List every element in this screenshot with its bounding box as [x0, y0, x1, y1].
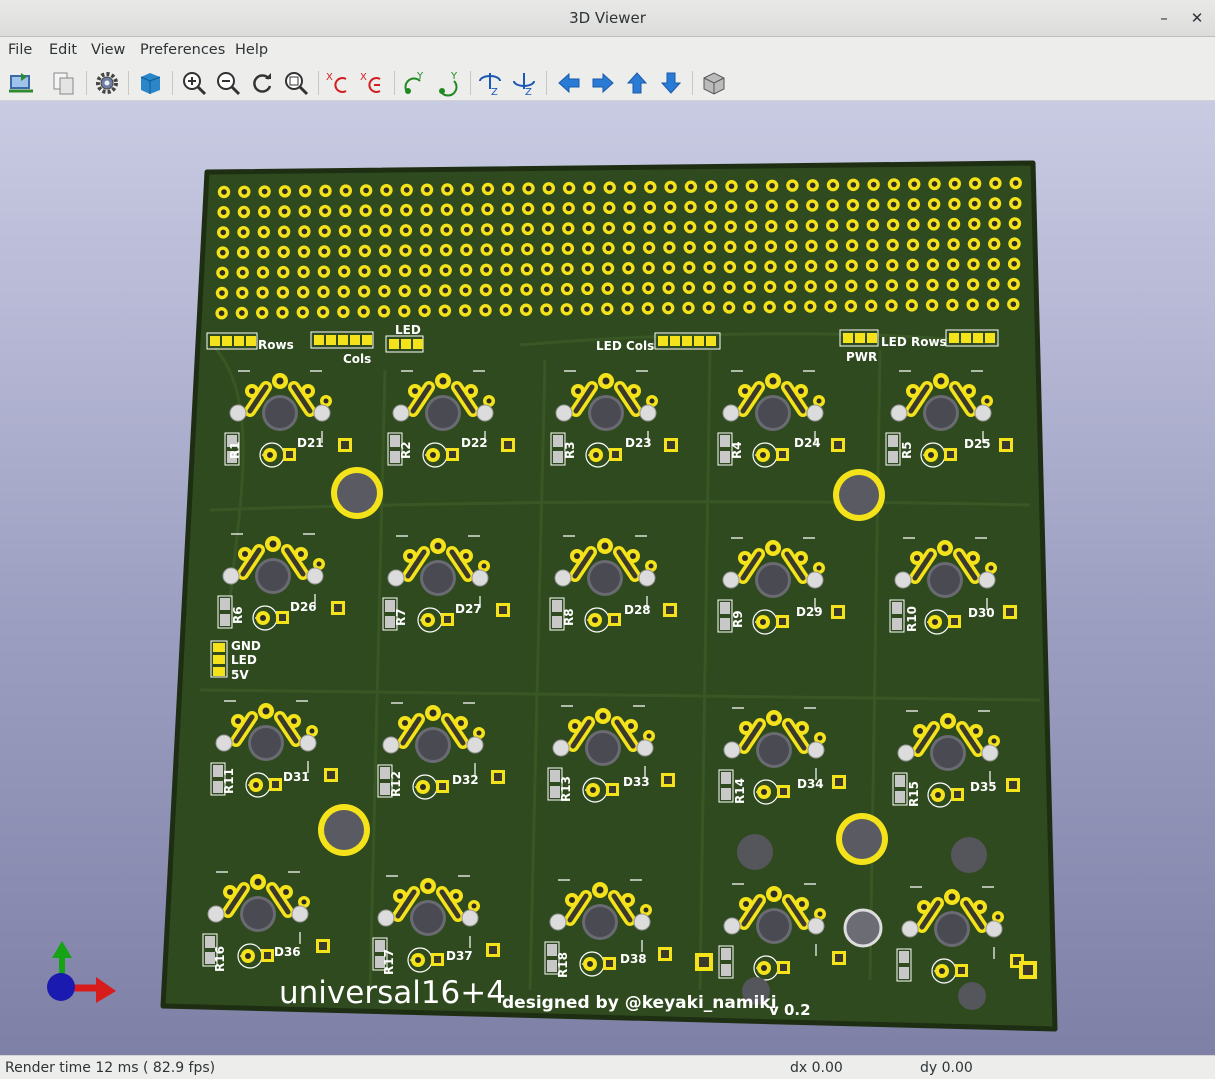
diode-label: D34 — [797, 777, 824, 791]
resistor-label: R15 — [907, 781, 921, 807]
resistor-label: R11 — [222, 768, 236, 794]
diode-label: D31 — [283, 770, 310, 784]
resistor-label: R5 — [900, 441, 914, 459]
title-bar: 3D Viewer – ✕ — [0, 0, 1215, 37]
resistor-label: R18 — [556, 952, 570, 978]
diode-label: D37 — [446, 949, 473, 963]
move-down-icon[interactable] — [657, 69, 685, 97]
diode-label: D33 — [623, 775, 650, 789]
label-5v: 5V — [231, 668, 249, 682]
dy-value: dy 0.00 — [920, 1060, 973, 1076]
menu-preferences[interactable]: Preferences — [140, 42, 225, 58]
rotate-x-cw-icon[interactable]: X — [324, 69, 352, 97]
label-cols: Cols — [343, 352, 371, 366]
diode-label: D23 — [625, 436, 652, 450]
rotate-z-ccw-icon[interactable]: Z — [510, 69, 538, 98]
window-title: 3D Viewer — [569, 9, 646, 27]
zoom-out-icon[interactable] — [214, 69, 242, 97]
diode-label: D38 — [620, 952, 647, 966]
resistor-label: R7 — [394, 608, 408, 626]
move-left-icon[interactable] — [555, 69, 583, 97]
resistor-label: R2 — [399, 441, 413, 459]
diode-label: D25 — [964, 437, 991, 451]
raytracing-icon[interactable] — [136, 69, 164, 97]
diode-label: D26 — [290, 600, 317, 614]
diode-label: D29 — [796, 605, 823, 619]
resistor-label: R14 — [733, 778, 747, 804]
resistor-label: R17 — [382, 949, 396, 975]
toolbar: X X Y Y Z Z — [0, 64, 1215, 101]
menu-view[interactable]: View — [91, 42, 125, 58]
menu-bar: File Edit View Preferences Help — [0, 37, 1215, 64]
diode-label: D30 — [968, 606, 995, 620]
diode-label: D35 — [970, 780, 997, 794]
svg-text:Y: Y — [450, 71, 458, 82]
rotate-y-ccw-icon[interactable]: Y — [434, 69, 462, 97]
board-version: v 0.2 — [769, 1001, 811, 1019]
axis-gizmo-icon — [47, 941, 116, 1003]
move-up-icon[interactable] — [623, 69, 651, 97]
diode-label: D32 — [452, 773, 479, 787]
reload-board-icon[interactable] — [7, 69, 35, 97]
diode-label: D36 — [274, 945, 301, 959]
minimize-button[interactable]: – — [1152, 6, 1176, 30]
label-led: LED — [395, 323, 421, 337]
label-led-cols: LED Cols — [596, 339, 654, 353]
label-gnd: GND — [231, 639, 261, 653]
render-time: Render time 12 ms ( 82.9 fps) — [5, 1060, 216, 1076]
resistor-label: R12 — [389, 771, 403, 797]
zoom-fit-icon[interactable] — [282, 69, 310, 97]
menu-edit[interactable]: Edit — [49, 42, 77, 58]
board-name: universal16+4 — [279, 975, 506, 1011]
svg-text:Z: Z — [491, 87, 498, 97]
svg-text:Z: Z — [525, 87, 532, 97]
close-button[interactable]: ✕ — [1185, 6, 1209, 30]
diode-label: D21 — [297, 436, 324, 450]
resistor-label: R8 — [562, 608, 576, 626]
redraw-icon[interactable] — [248, 69, 276, 97]
copy-image-icon[interactable] — [50, 69, 78, 97]
resistor-label: R1 — [228, 441, 242, 459]
label-led-pin: LED — [231, 653, 257, 667]
move-right-icon[interactable] — [589, 69, 617, 97]
diode-label: D27 — [455, 602, 482, 616]
resistor-label: R4 — [730, 441, 744, 459]
3d-viewport[interactable]: Rows Cols LED LED Cols PWR LED Rows GND … — [0, 101, 1215, 1055]
resistor-label: R10 — [905, 606, 919, 632]
label-rows: Rows — [258, 338, 294, 352]
resistor-label: R3 — [563, 441, 577, 459]
board-credit: designed by @keyaki_namiki — [502, 993, 777, 1013]
status-bar: Render time 12 ms ( 82.9 fps) dx 0.00 dy… — [0, 1055, 1215, 1079]
label-pwr: PWR — [846, 350, 877, 364]
menu-help[interactable]: Help — [235, 42, 268, 58]
dx-value: dx 0.00 — [790, 1060, 843, 1076]
resistor-label: R16 — [213, 946, 227, 972]
label-led-rows: LED Rows — [881, 335, 947, 349]
rotate-x-ccw-icon[interactable]: X — [358, 69, 386, 97]
resistor-label: R6 — [231, 606, 245, 624]
svg-text:X: X — [360, 72, 367, 83]
menu-file[interactable]: File — [8, 42, 32, 58]
diode-label: D22 — [461, 436, 488, 450]
rotate-z-cw-icon[interactable]: Z — [476, 69, 504, 98]
ortho-view-icon[interactable] — [700, 69, 728, 97]
svg-text:X: X — [326, 72, 333, 83]
diode-label: D28 — [624, 603, 651, 617]
resistor-label: R13 — [559, 776, 573, 802]
diode-label: D24 — [794, 436, 821, 450]
rotate-y-cw-icon[interactable]: Y — [400, 69, 428, 97]
resistor-label: R9 — [731, 610, 745, 628]
zoom-in-icon[interactable] — [180, 69, 208, 97]
settings-icon[interactable] — [93, 69, 121, 97]
